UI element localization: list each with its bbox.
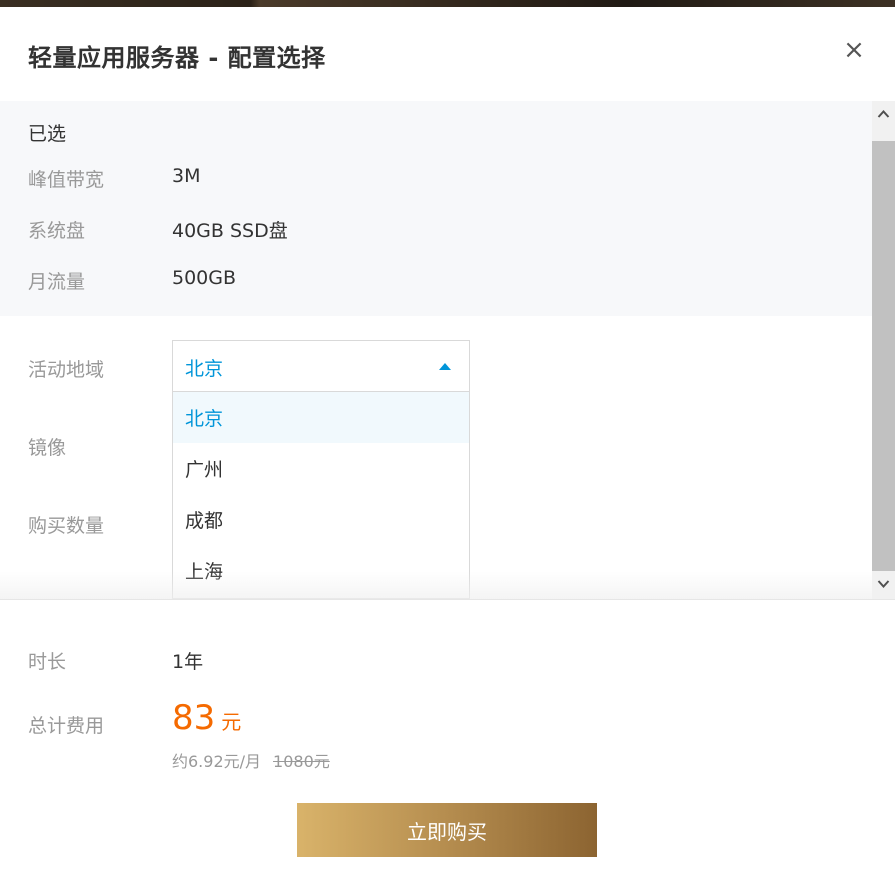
dialog-title: 轻量应用服务器 - 配置选择 (28, 44, 326, 72)
selected-heading: 已选 (28, 123, 67, 145)
region-select-value: 北京 (185, 358, 224, 380)
region-option-chengdu[interactable]: 成都 (173, 494, 469, 545)
monthly-traffic-value: 500GB (172, 267, 237, 289)
close-icon[interactable]: × (842, 36, 866, 64)
original-price: 1080元 (273, 752, 330, 771)
config-scroll-area: 已选 峰值带宽 3M 系统盘 40GB SSD盘 月流量 500GB 活动地域 … (0, 101, 872, 599)
selected-summary: 已选 峰值带宽 3M 系统盘 40GB SSD盘 月流量 500GB (0, 101, 872, 316)
chevron-down-icon (877, 580, 890, 588)
price-detail: 约6.92元/月 1080元 (172, 748, 330, 772)
quantity-label: 购买数量 (28, 515, 105, 537)
scrollbar-thumb[interactable] (872, 141, 895, 571)
duration-value: 1年 (172, 651, 204, 673)
system-disk-label: 系统盘 (28, 220, 86, 242)
total-cost-label: 总计费用 (28, 715, 105, 737)
region-option-label: 广州 (185, 459, 224, 481)
monthly-price: 约6.92元/月 (172, 752, 262, 771)
region-option-shanghai[interactable]: 上海 (173, 545, 469, 596)
chevron-up-icon (877, 110, 890, 118)
price-unit: 元 (221, 710, 242, 734)
image-label: 镜像 (28, 437, 67, 459)
monthly-traffic-label: 月流量 (28, 271, 86, 293)
region-option-guangzhou[interactable]: 广州 (173, 443, 469, 494)
region-option-label: 成都 (185, 510, 224, 532)
scrollbar[interactable] (872, 101, 895, 599)
region-dropdown: 北京 广州 成都 上海 (172, 392, 470, 599)
duration-label: 时长 (28, 651, 67, 673)
total-price: 83 元 (172, 698, 241, 738)
background-strip (0, 0, 895, 7)
scroll-down-button[interactable] (872, 571, 895, 599)
region-select[interactable]: 北京 (172, 340, 470, 392)
bandwidth-label: 峰值带宽 (28, 169, 105, 191)
region-option-label: 北京 (185, 408, 224, 430)
region-option-label: 上海 (185, 561, 224, 583)
buy-now-button[interactable]: 立即购买 (297, 803, 597, 857)
region-label: 活动地域 (28, 359, 105, 381)
system-disk-value: 40GB SSD盘 (172, 220, 288, 242)
scroll-up-button[interactable] (872, 101, 895, 129)
price-amount: 83 (172, 698, 216, 738)
region-option-beijing[interactable]: 北京 (173, 392, 469, 443)
divider (0, 599, 895, 600)
caret-up-icon (439, 363, 451, 370)
bandwidth-value: 3M (172, 165, 201, 187)
